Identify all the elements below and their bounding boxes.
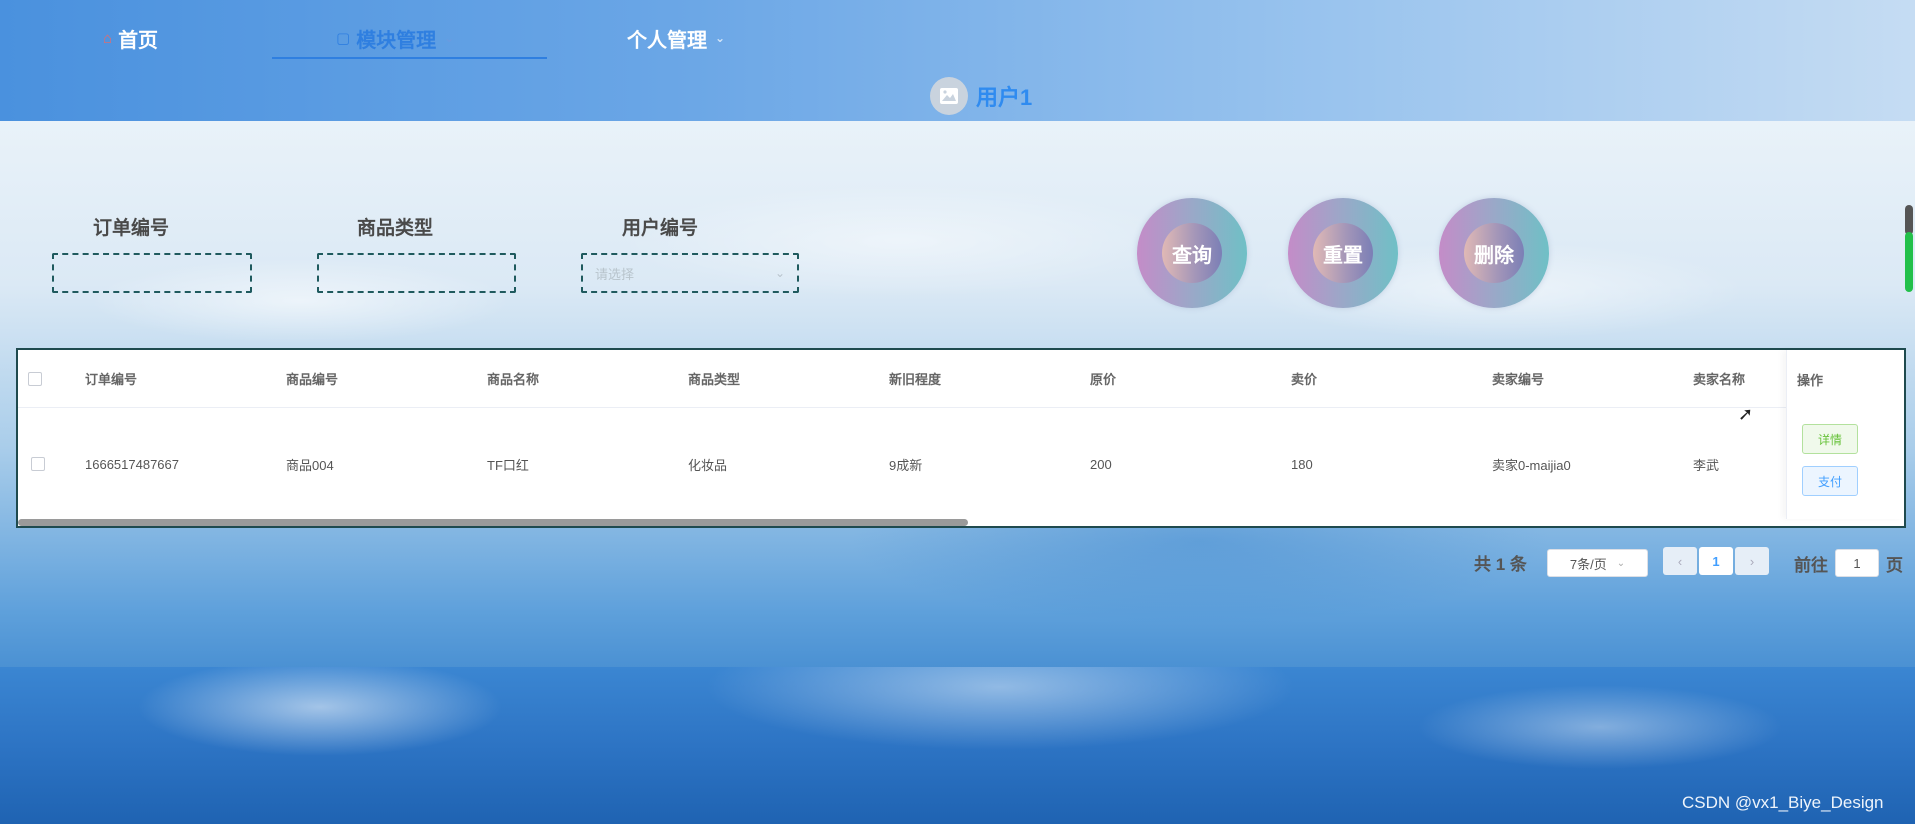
pay-button[interactable]: 支付 [1802,466,1858,496]
top-navbar: ⌂ 首页 ▢ 模块管理 ⌄ 个人管理 ⌄ 用户1 [0,0,1915,121]
page-number-button[interactable]: 1 [1699,547,1733,575]
order-number-label: 订单编号 [93,218,170,239]
watermark: CSDN @vx1_Biye_Design [1682,793,1884,812]
delete-button[interactable]: 删除 [1439,198,1549,308]
cell-condition: 9成新 [889,457,923,473]
chevron-left-icon: ‹ [1677,553,1683,569]
cell-original-price: 200 [1090,456,1112,472]
page-size-select[interactable]: 7条/页 ⌄ [1547,549,1648,577]
image-icon [940,88,958,104]
col-product-number: 商品编号 [286,372,339,387]
order-number-input[interactable] [52,253,252,293]
module-icon: ▢ [336,30,351,47]
nav-home[interactable]: ⌂ 首页 [103,18,158,58]
goto-page-input[interactable] [1835,549,1879,577]
detail-button[interactable]: 详情 [1802,424,1858,454]
col-original-price: 原价 [1090,372,1117,387]
chevron-down-icon: ⌄ [774,266,785,280]
cell-product-type: 化妆品 [688,457,728,473]
page-scrollbar-thumb[interactable] [1905,232,1913,292]
chevron-down-icon: ⌄ [1616,557,1626,569]
user-menu[interactable]: 用户1 [930,76,1032,116]
product-type-label: 商品类型 [357,218,434,239]
chevron-down-icon: ⌄ [444,31,455,45]
mouse-cursor-icon: ➚ [1738,404,1754,424]
user-number-select[interactable]: 请选择 ⌄ [581,253,799,293]
nav-module-label: 模块管理 [356,29,437,52]
reset-button-label: 重置 [1313,223,1373,283]
next-page-button[interactable]: › [1735,547,1769,575]
cell-product-name: TF口红 [487,457,529,473]
pagination-total: 共 1 条 [1474,555,1527,574]
chevron-down-icon: ⌄ [715,31,726,45]
nav-personal-label: 个人管理 [627,29,707,52]
delete-button-label: 删除 [1464,223,1524,283]
cell-seller-number: 卖家0-maijia0 [1492,457,1571,473]
col-sale-price: 卖价 [1291,372,1318,387]
cell-seller-name: 李武 [1693,457,1720,473]
page-size-value: 7条/页 [1569,556,1607,572]
reset-button[interactable]: 重置 [1288,198,1398,308]
table-header: 订单编号 商品编号 商品名称 商品类型 新旧程度 原价 卖价 卖家编号 卖家名称 [18,350,1904,408]
page-scrollbar-top[interactable] [1905,205,1913,235]
col-operation: 操作 [1797,372,1824,388]
goto-label: 前往 [1794,556,1828,575]
select-all-cell [28,350,42,407]
col-condition: 新旧程度 [889,372,942,387]
nav-module-management[interactable]: ▢ 模块管理 ⌄ [336,18,454,58]
col-seller-name: 卖家名称 [1693,372,1746,387]
table-row[interactable]: 1666517487667 商品004 TF口红 化妆品 9成新 200 180… [18,409,1904,519]
background-clouds [0,667,1915,824]
data-table: 订单编号 商品编号 商品名称 商品类型 新旧程度 原价 卖价 卖家编号 卖家名称… [16,348,1906,528]
col-product-name: 商品名称 [487,372,540,387]
query-button-label: 查询 [1162,223,1222,283]
table-horizontal-scrollbar[interactable] [18,519,968,526]
active-tab-underline [272,57,547,59]
col-order-number: 订单编号 [85,372,138,387]
nav-home-label: 首页 [118,29,159,52]
user-number-label: 用户编号 [622,218,699,239]
page-unit-label: 页 [1886,556,1903,575]
select-placeholder: 请选择 [595,266,635,282]
cell-product-number: 商品004 [286,457,334,473]
product-type-input[interactable] [317,253,516,293]
cell-order-number: 1666517487667 [85,456,179,472]
avatar [930,77,968,115]
prev-page-button[interactable]: ‹ [1663,547,1697,575]
row-select-cell [31,409,45,519]
home-icon: ⌂ [103,29,113,47]
operation-column: 操作 详情 支付 [1786,350,1904,519]
cell-sale-price: 180 [1291,456,1313,472]
query-button[interactable]: 查询 [1137,198,1247,308]
nav-personal-management[interactable]: 个人管理 ⌄ [627,18,725,58]
col-product-type: 商品类型 [688,372,741,387]
chevron-right-icon: › [1749,553,1755,569]
col-seller-number: 卖家编号 [1492,372,1545,387]
row-checkbox[interactable] [31,457,45,471]
user-name: 用户1 [976,85,1033,110]
select-all-checkbox[interactable] [28,371,42,386]
